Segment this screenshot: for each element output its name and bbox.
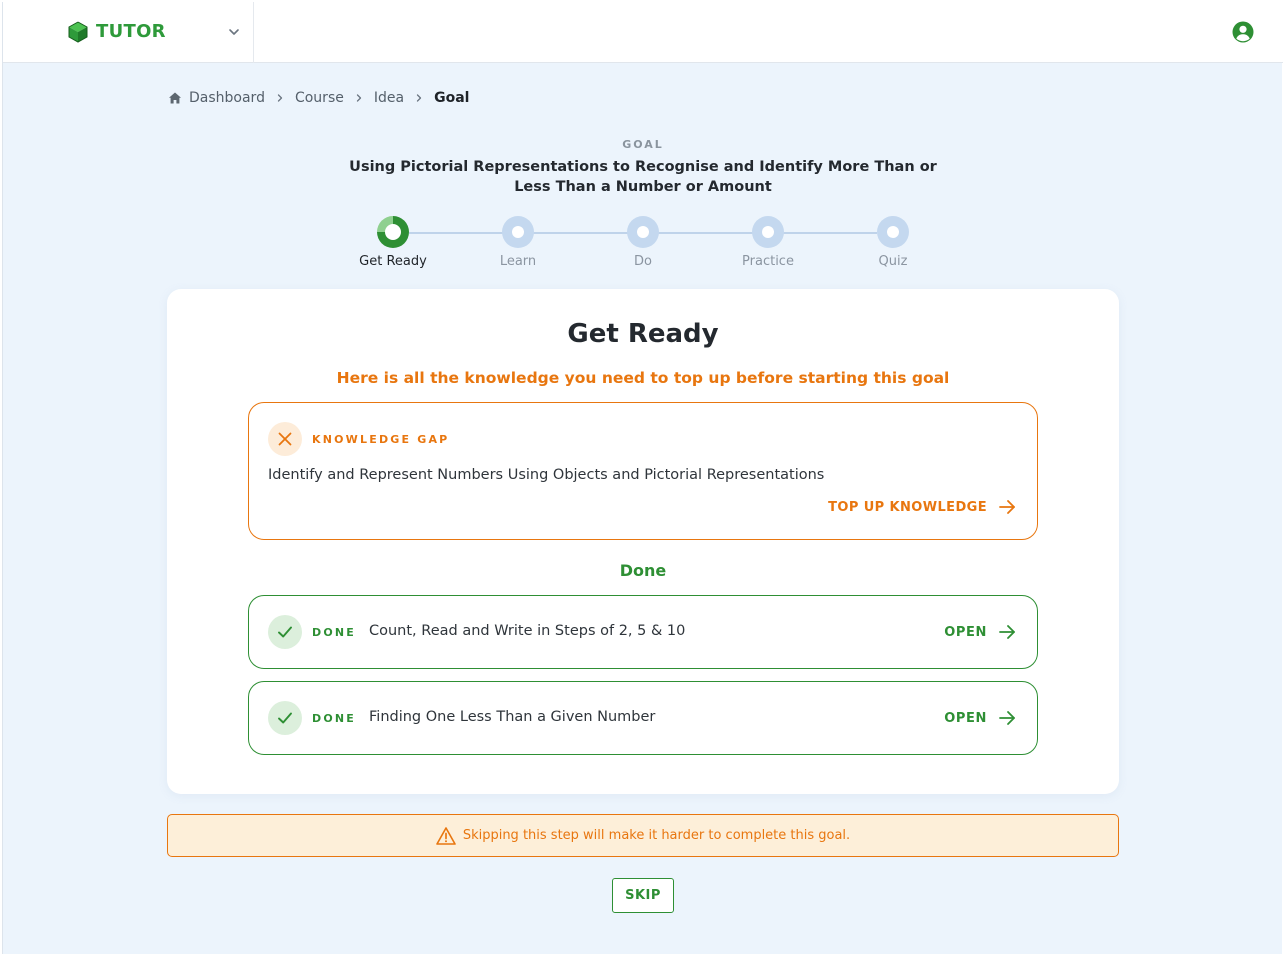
arrow-right-icon [999, 711, 1015, 725]
skip-button[interactable]: SKIP [612, 878, 674, 913]
open-button[interactable]: OPEN [944, 708, 1017, 728]
brand-name: TUTOR [96, 21, 166, 42]
step-dot [502, 216, 534, 248]
account-icon[interactable] [1231, 20, 1255, 44]
done-badge [268, 701, 302, 735]
step-do[interactable]: Do [593, 216, 693, 269]
home-icon[interactable] [168, 91, 182, 105]
done-item-text: Finding One Less Than a Given Number [369, 709, 656, 725]
done-tag: DONE [312, 712, 357, 725]
open-label: OPEN [944, 624, 987, 640]
close-icon [278, 432, 292, 446]
open-label: OPEN [944, 710, 987, 726]
get-ready-card: Get Ready Here is all the knowledge you … [167, 289, 1119, 794]
done-item-text: Count, Read and Write in Steps of 2, 5 &… [369, 623, 686, 639]
step-label: Do [634, 254, 652, 269]
step-practice[interactable]: Practice [718, 216, 818, 269]
knowledge-gap-item: KNOWLEDGE GAP Identify and Represent Num… [248, 402, 1038, 540]
knowledge-gap-text: Identify and Represent Numbers Using Obj… [268, 467, 825, 483]
warning-text: Skipping this step will make it harder t… [462, 828, 851, 843]
brand-switcher[interactable]: TUTOR [3, 2, 254, 63]
step-dot [877, 216, 909, 248]
done-item: DONE Count, Read and Write in Steps of 2… [248, 595, 1038, 669]
card-title: Get Ready [567, 319, 719, 349]
chevron-right-icon [356, 94, 362, 102]
check-icon [278, 626, 292, 638]
arrow-right-icon [999, 500, 1015, 514]
done-heading: Done [619, 561, 667, 580]
breadcrumb-current: Goal [434, 90, 470, 106]
knowledge-gap-badge [268, 422, 302, 456]
chevron-right-icon [416, 94, 422, 102]
breadcrumb-idea[interactable]: Idea [374, 90, 404, 106]
skip-warning-banner: Skipping this step will make it harder t… [167, 814, 1119, 857]
step-learn[interactable]: Learn [468, 216, 568, 269]
warning-icon [436, 826, 456, 845]
breadcrumb-course[interactable]: Course [295, 90, 344, 106]
open-button[interactable]: OPEN [944, 622, 1017, 642]
step-label: Get Ready [359, 254, 427, 269]
goal-title: Using Pictorial Representations to Recog… [349, 159, 937, 195]
done-tag: DONE [312, 626, 357, 639]
breadcrumb: Dashboard Course Idea Goal [168, 88, 469, 108]
top-up-knowledge-button[interactable]: TOP UP KNOWLEDGE [828, 497, 1017, 517]
arrow-right-icon [999, 625, 1015, 639]
breadcrumb-dashboard[interactable]: Dashboard [189, 90, 265, 106]
chevron-right-icon [277, 94, 283, 102]
knowledge-gap-tag: KNOWLEDGE GAP [312, 433, 450, 446]
step-progress-ring [377, 216, 409, 248]
app-frame: TUTOR Dashboard Course Idea Goal GOAL Us… [2, 2, 1283, 954]
card-subtitle: Here is all the knowledge you need to to… [336, 369, 950, 387]
progress-stepper: Get Ready Learn Do Practice Quiz [343, 216, 943, 276]
step-get-ready[interactable]: Get Ready [343, 216, 443, 269]
step-label: Practice [742, 254, 794, 269]
done-item: DONE Finding One Less Than a Given Numbe… [248, 681, 1038, 755]
cube-logo-icon [68, 21, 88, 43]
check-icon [278, 712, 292, 724]
chevron-down-icon [229, 29, 239, 35]
top-up-label: TOP UP KNOWLEDGE [828, 499, 987, 515]
done-badge [268, 615, 302, 649]
step-dot [627, 216, 659, 248]
top-bar: TUTOR [3, 2, 1283, 63]
step-label: Quiz [878, 254, 908, 269]
goal-kicker: GOAL [622, 138, 664, 151]
step-quiz[interactable]: Quiz [843, 216, 943, 269]
step-dot [752, 216, 784, 248]
step-label: Learn [499, 254, 537, 269]
